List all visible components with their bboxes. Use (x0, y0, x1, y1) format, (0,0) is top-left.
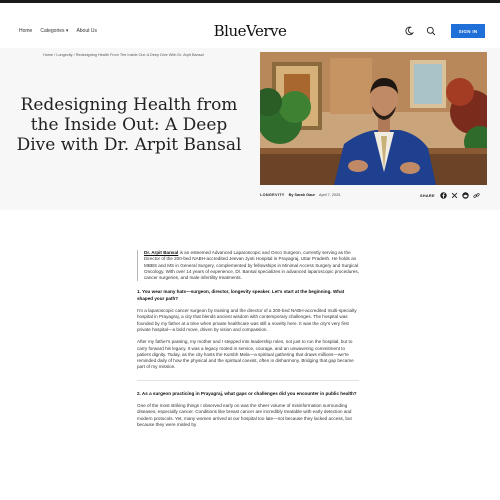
reddit-icon[interactable] (462, 192, 469, 199)
top-rule (0, 0, 500, 3)
question-heading: 1. You wear many hats—surgeon, director,… (137, 289, 345, 301)
breadcrumb-current: Redesigning Health From The Inside Out: … (75, 53, 204, 57)
page-title: Redesigning Health from the Inside Out: … (16, 95, 242, 155)
author-name[interactable]: By Sarah Gaur (289, 193, 315, 197)
publish-date: April 7, 2025 (319, 193, 341, 197)
sign-in-button[interactable]: SIGN IN (451, 24, 485, 38)
category-tag[interactable]: LONGEVITY (260, 193, 285, 197)
divider (137, 379, 359, 381)
hero-photo (260, 52, 487, 185)
breadcrumb-home[interactable]: Home (43, 53, 53, 57)
breadcrumb-separator: / (73, 53, 75, 57)
answer-paragraph: One of the most striking things I observ… (137, 403, 352, 427)
share-label: SHARE (420, 193, 435, 198)
share-bar: SHARE (420, 192, 480, 199)
article-body: Dr. Arpit Bansal is an esteemed Advanced… (137, 250, 359, 434)
article-meta: LONGEVITY By Sarah Gaur April 7, 2025 (260, 193, 340, 197)
answer-paragraph: After my father's passing, my mother and… (137, 339, 354, 370)
site-logo[interactable]: BlueVerve (0, 22, 500, 40)
moon-icon[interactable] (404, 26, 414, 36)
link-icon[interactable] (473, 192, 480, 199)
breadcrumb-longevity[interactable]: Longevity (56, 53, 72, 57)
site-header: Home Categories ▾ About Us BlueVerve SIG… (0, 17, 500, 47)
search-icon[interactable] (426, 26, 436, 36)
breadcrumb: Home / Longevity / Redesigning Health Fr… (43, 53, 204, 57)
answer-paragraph: I'm a laparoscopic cancer surgeon by tra… (137, 308, 357, 332)
intro-paragraph: Dr. Arpit Bansal is an esteemed Advanced… (137, 250, 359, 282)
x-icon[interactable] (451, 192, 458, 199)
author-link[interactable]: Dr. Arpit Bansal (144, 250, 178, 255)
facebook-icon[interactable] (440, 192, 447, 199)
question-heading: 2. As a surgeon practicing in Prayagraj,… (137, 390, 357, 396)
